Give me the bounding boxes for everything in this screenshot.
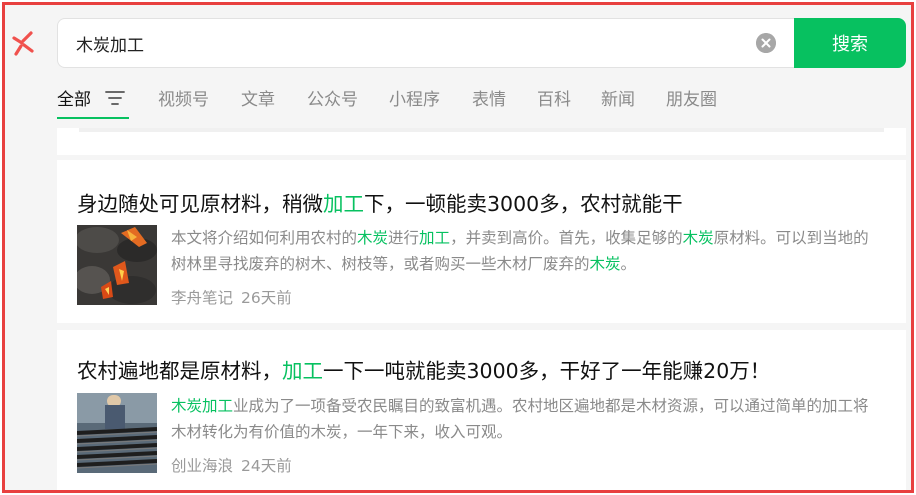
tab-all[interactable]: 全部	[57, 85, 91, 110]
tab-encyclopedia[interactable]: 百科	[537, 85, 571, 110]
result-summary: 木炭加工业成为了一项备受农民瞩目的致富机遇。农村地区遍地都是木材资源，可以通过简…	[171, 393, 876, 445]
tab-news[interactable]: 新闻	[601, 85, 635, 110]
result-thumbnail	[77, 393, 157, 473]
summary-text: 。	[620, 255, 637, 273]
wechat-search-logo-icon	[12, 31, 34, 56]
summary-text: 业成为了一项备受农民瞩目的致富机遇。农村地区遍地都是木材资源，可以通过简单的加工…	[171, 397, 869, 441]
tab-moments[interactable]: 朋友圈	[666, 85, 717, 110]
active-tab-indicator	[57, 117, 129, 119]
title-text: 下，一顿能卖3000多，农村就能干	[364, 192, 683, 216]
title-text: 一下一吨就能卖3000多，干好了一年能赚20万！	[323, 359, 771, 383]
search-box	[57, 18, 795, 68]
result-card[interactable]: 身边随处可见原材料，稍微加工下，一顿能卖3000多，农村就能干 本文将介绍如何利…	[57, 160, 906, 323]
results-page: 搜索 全部 视频号 文章 公众号 小程序 表情 百科 新闻 朋友圈 身边随处可见…	[2, 2, 914, 493]
result-source[interactable]: 李舟笔记	[171, 289, 233, 307]
previous-result-card	[57, 128, 906, 155]
summary-highlight: 木炭加工	[171, 397, 234, 415]
result-time: 24天前	[241, 457, 292, 475]
tab-mini-programs[interactable]: 小程序	[389, 85, 440, 110]
result-meta: 创业海浪 24天前	[171, 454, 292, 476]
result-title[interactable]: 农村遍地都是原材料，加工一下一吨就能卖3000多，干好了一年能赚20万！	[77, 354, 770, 384]
divider	[79, 128, 884, 132]
search-input[interactable]	[76, 19, 746, 67]
tab-stickers[interactable]: 表情	[472, 85, 506, 110]
summary-text: ，并卖到高价。首先，收集足够的	[450, 229, 683, 247]
tab-all-label: 全部	[57, 90, 91, 110]
summary-highlight: 木炭	[589, 255, 621, 273]
summary-text: 本文将介绍如何利用农村的	[171, 229, 358, 247]
title-highlight: 加工	[323, 192, 364, 216]
filter-icon[interactable]	[105, 90, 125, 106]
title-text: 身边随处可见原材料，稍微	[77, 192, 323, 216]
result-time: 26天前	[241, 289, 292, 307]
clear-icon[interactable]	[756, 33, 776, 53]
tab-bar: 全部 视频号 文章 公众号 小程序 表情 百科 新闻 朋友圈	[57, 85, 907, 119]
title-text: 农村遍地都是原材料，	[77, 359, 282, 383]
summary-text: 进行	[388, 229, 420, 247]
tab-articles[interactable]: 文章	[241, 85, 275, 110]
result-summary: 本文将介绍如何利用农村的木炭进行加工，并卖到高价。首先，收集足够的木炭原材料。可…	[171, 225, 876, 277]
result-card[interactable]: 农村遍地都是原材料，加工一下一吨就能卖3000多，干好了一年能赚20万！ 木炭加…	[57, 330, 906, 490]
result-thumbnail	[77, 225, 157, 305]
title-highlight: 加工	[282, 359, 323, 383]
summary-highlight: 加工	[419, 229, 451, 247]
tab-official-accounts[interactable]: 公众号	[307, 85, 358, 110]
tab-channels[interactable]: 视频号	[158, 85, 209, 110]
search-button[interactable]: 搜索	[794, 18, 906, 68]
result-source[interactable]: 创业海浪	[171, 457, 233, 475]
summary-highlight: 木炭	[682, 229, 714, 247]
summary-highlight: 木炭	[357, 229, 389, 247]
result-meta: 李舟笔记 26天前	[171, 286, 292, 308]
result-title[interactable]: 身边随处可见原材料，稍微加工下，一顿能卖3000多，农村就能干	[77, 187, 683, 217]
